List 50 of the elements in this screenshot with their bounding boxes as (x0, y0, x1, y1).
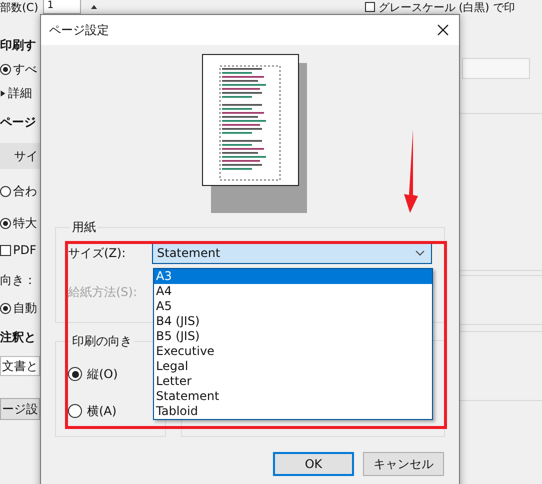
radio-button[interactable] (0, 186, 11, 196)
ok-button[interactable]: OK (273, 452, 354, 476)
size-tab[interactable]: サイ (0, 143, 40, 169)
text-field[interactable] (462, 58, 530, 79)
size-value: Statement (157, 246, 220, 260)
dialog-title: ページ設定 (49, 22, 109, 38)
radio-label: 縦(O) (87, 366, 118, 382)
size-dropdown[interactable]: Statement (152, 242, 432, 264)
grayscale-label: グレースケール (白黒) で印 (378, 0, 515, 14)
orientation-label: 向き： (0, 272, 36, 288)
dropdown-option[interactable]: A4 (154, 284, 432, 299)
dropdown-option[interactable]: Letter (154, 374, 432, 389)
radio-label: 特大 (13, 214, 37, 232)
radio-label: すべ (13, 60, 37, 78)
copies-label: 部数(C) (0, 0, 38, 14)
radio-label: 合わ (13, 182, 37, 200)
checkbox-label: PDF (13, 243, 36, 257)
dropdown-option[interactable]: B5 (JIS) (154, 329, 432, 344)
radio-button[interactable] (0, 302, 11, 314)
section-heading: 注釈と (0, 328, 36, 346)
close-icon[interactable] (437, 24, 449, 36)
radio-button[interactable] (68, 367, 82, 381)
paper-source-label: 給紙方法(S): (68, 284, 138, 301)
copies-field[interactable]: 1 (43, 0, 82, 14)
section-heading: ページ (0, 114, 36, 130)
expand-triangle-icon[interactable] (0, 88, 6, 98)
dropdown-option[interactable]: A5 (154, 299, 432, 314)
radio-button[interactable] (0, 64, 11, 74)
radio-label: 横(A) (87, 402, 117, 420)
dropdown-field[interactable]: 文書と (0, 356, 40, 376)
cancel-button[interactable]: キャンセル (363, 452, 444, 476)
checkbox[interactable] (0, 244, 11, 256)
dropdown-option[interactable]: Executive (154, 344, 432, 359)
size-label: サイズ(Z): (68, 244, 127, 262)
radio-button[interactable] (0, 218, 11, 228)
group-title: 用紙 (71, 219, 97, 236)
page-setup-button[interactable]: ージ設 (0, 398, 40, 420)
details-label[interactable]: 詳細 (8, 84, 32, 102)
spin-up-icon[interactable] (89, 3, 100, 11)
radio-label: 自動 (13, 300, 37, 316)
grayscale-checkbox[interactable] (365, 2, 376, 12)
dropdown-option[interactable]: A3 (154, 269, 432, 284)
dropdown-option[interactable]: B4 (JIS) (154, 314, 432, 329)
dropdown-option[interactable]: Tabloid (154, 404, 432, 419)
section-heading: 印刷す (0, 36, 36, 54)
group-title: 印刷の向き (71, 333, 133, 350)
chevron-down-icon (415, 250, 425, 256)
dropdown-option[interactable]: Statement (154, 389, 432, 404)
dropdown-option[interactable]: Legal (154, 359, 432, 374)
radio-button[interactable] (68, 404, 82, 418)
